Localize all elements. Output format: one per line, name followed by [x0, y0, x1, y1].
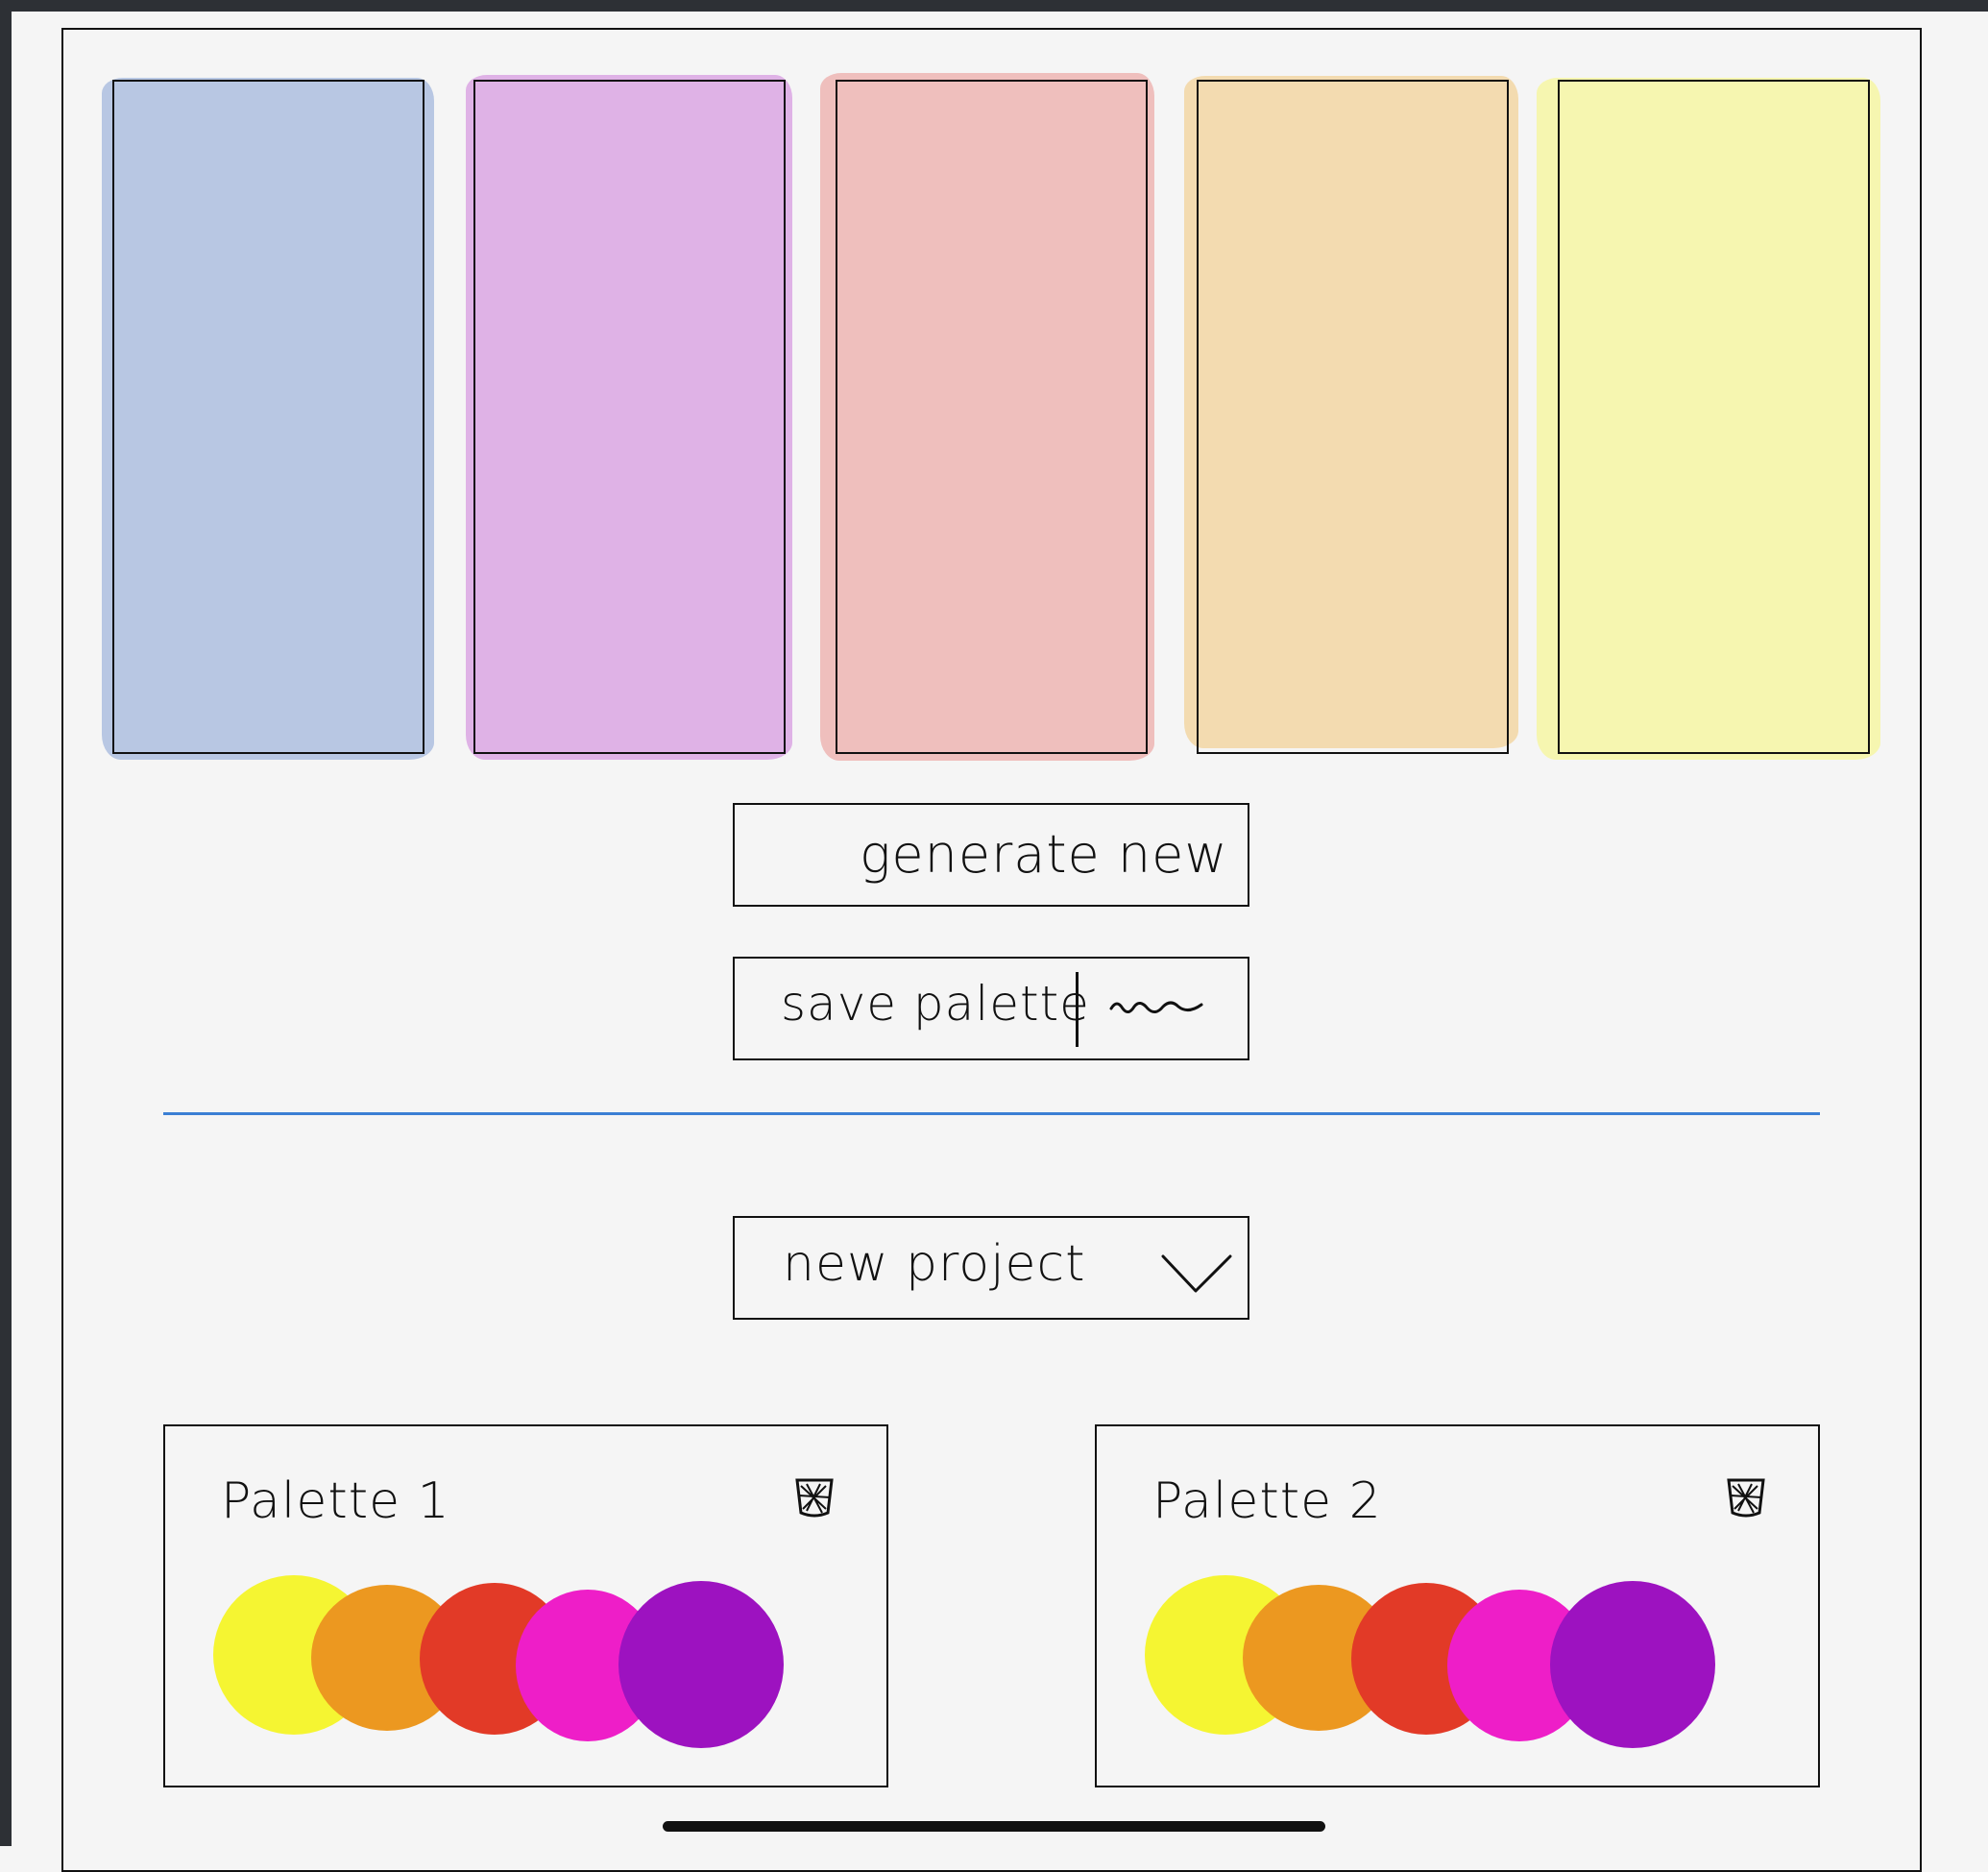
- top-bezel: [0, 0, 1988, 12]
- swatch-2[interactable]: [473, 80, 786, 754]
- home-indicator: [663, 1821, 1325, 1832]
- save-palette-label: save palette: [781, 976, 1090, 1032]
- section-divider: [163, 1112, 1820, 1115]
- generate-new-button[interactable]: generate new: [733, 803, 1249, 907]
- palette-card-1[interactable]: Palette 1: [163, 1424, 888, 1787]
- project-select-value: new project: [783, 1235, 1086, 1293]
- left-bezel: [0, 0, 12, 1846]
- palette-name-input[interactable]: [1109, 987, 1205, 1026]
- project-select[interactable]: new project: [733, 1216, 1249, 1320]
- trash-icon[interactable]: [793, 1476, 836, 1519]
- palette-title: Palette 1: [221, 1472, 450, 1530]
- swatch-5[interactable]: [1558, 80, 1870, 754]
- chevron-down-icon: [1161, 1254, 1232, 1293]
- trash-icon[interactable]: [1725, 1476, 1767, 1519]
- app-screen: generate new save palette new project Pa…: [0, 0, 1988, 1872]
- swatch-3[interactable]: [836, 80, 1148, 754]
- palette-color-dot: [618, 1581, 784, 1748]
- save-palette-divider: [1076, 972, 1079, 1047]
- generate-new-label: generate new: [860, 824, 1228, 885]
- save-palette-button[interactable]: save palette: [733, 957, 1249, 1060]
- palette-title: Palette 2: [1152, 1472, 1382, 1530]
- swatch-4[interactable]: [1197, 80, 1509, 754]
- swatch-1[interactable]: [112, 80, 424, 754]
- palette-color-dot: [1550, 1581, 1715, 1748]
- palette-card-2[interactable]: Palette 2: [1095, 1424, 1820, 1787]
